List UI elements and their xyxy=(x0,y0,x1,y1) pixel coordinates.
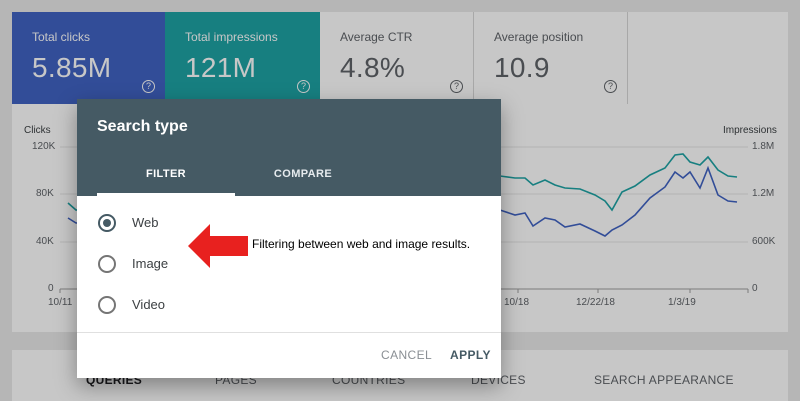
tab-filter[interactable]: FILTER xyxy=(97,161,235,196)
annotation-text: Filtering between web and image results. xyxy=(252,237,471,251)
dialog-title: Search type xyxy=(97,118,188,135)
cancel-button[interactable]: CANCEL xyxy=(381,348,432,362)
radio-unselected-icon[interactable] xyxy=(98,296,116,314)
option-label: Web xyxy=(132,215,159,230)
radio-unselected-icon[interactable] xyxy=(98,255,116,273)
divider xyxy=(77,332,501,333)
dialog-header: Search type FILTER COMPARE xyxy=(77,99,501,196)
tab-compare[interactable]: COMPARE xyxy=(234,161,372,196)
red-arrow-icon xyxy=(188,224,248,268)
active-tab-indicator xyxy=(97,193,235,196)
radio-selected-icon[interactable] xyxy=(98,214,116,232)
option-label: Video xyxy=(132,297,166,312)
option-label: Image xyxy=(132,256,169,271)
apply-button[interactable]: APPLY xyxy=(450,348,491,362)
